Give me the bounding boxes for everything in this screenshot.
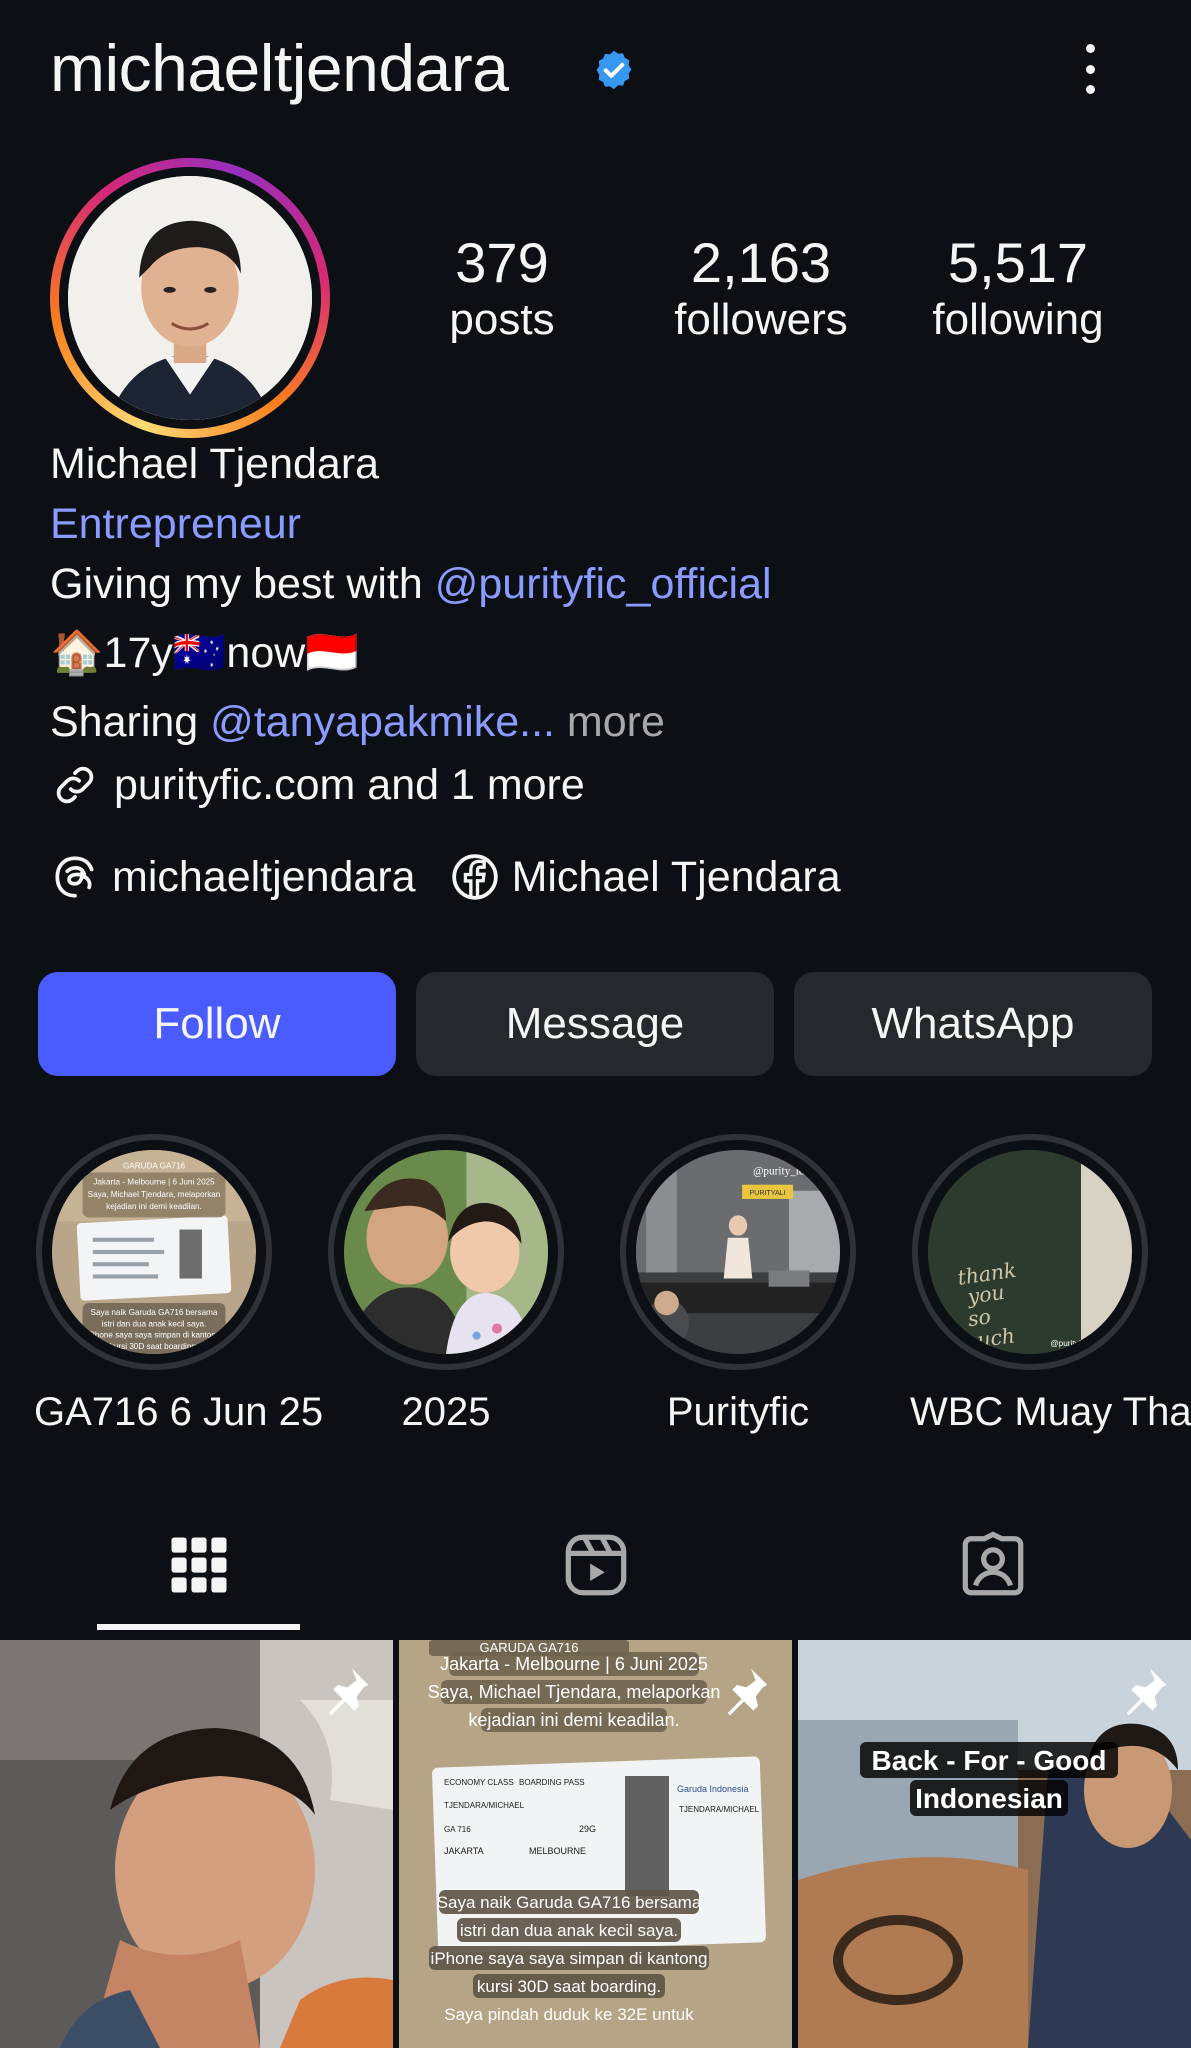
pinned-icon [328, 1668, 369, 1716]
tab-reels[interactable] [397, 1500, 794, 1630]
svg-text:kejadian ini demi keadilan.: kejadian ini demi keadilan. [468, 1710, 679, 1730]
following-stat[interactable]: 5,517 following [918, 232, 1118, 346]
facebook-icon [451, 854, 498, 900]
svg-text:ECONOMY CLASS: ECONOMY CLASS [444, 1778, 514, 1787]
grid-icon [171, 1537, 226, 1593]
svg-text:kejadian ini demi keadilan.: kejadian ini demi keadilan. [106, 1202, 202, 1211]
highlight-label: Purityfic [666, 1390, 810, 1434]
posts-count: 379 [455, 231, 549, 294]
facebook-link[interactable]: Michael Tjendara [450, 852, 841, 902]
svg-text:Saya naik Garuda GA716 bersama: Saya naik Garuda GA716 bersama [91, 1308, 218, 1317]
highlight-label: WBC Muay Thai [910, 1390, 1191, 1434]
svg-text:kursi 30D saat boarding.: kursi 30D saat boarding. [477, 1977, 661, 1996]
bio-text: Sharing [50, 698, 211, 746]
bio-text: Giving my best with [50, 560, 435, 608]
profile-username: michaeltjendara [50, 31, 509, 105]
highlight-item[interactable]: thank you so much @purityfic WBC Muay Th… [910, 1134, 1191, 1435]
svg-text:@purityfic: @purityfic [1050, 1339, 1086, 1348]
facebook-name: Michael Tjendara [511, 852, 841, 901]
bio-line-3: Sharing @tanyapakmike... more [50, 698, 665, 747]
follow-button[interactable]: Follow [38, 972, 396, 1076]
highlight-item[interactable]: 2025 [326, 1134, 566, 1435]
svg-text:TJENDARA/MICHAEL: TJENDARA/MICHAEL [679, 1805, 760, 1814]
message-button[interactable]: Message [416, 972, 774, 1076]
highlight-thumbnail [344, 1150, 548, 1354]
tagged-icon [962, 1531, 1023, 1596]
svg-text:Saya, Michael Tjendara, melapo: Saya, Michael Tjendara, melaporkan [88, 1190, 221, 1199]
svg-text:MELBOURNE: MELBOURNE [529, 1846, 586, 1856]
profile-avatar[interactable] [50, 158, 330, 438]
profile-full-name: Michael Tjendara [50, 440, 380, 488]
reels-icon [565, 1534, 626, 1596]
svg-text:iPhone saya saya simpan di kan: iPhone saya saya simpan di kantong [88, 1331, 221, 1340]
svg-text:@purity_id: @purity_id [753, 1165, 805, 1177]
website-text: purityfic.com and 1 more [114, 760, 585, 809]
mention-link[interactable]: @purityfic_official [435, 560, 772, 608]
svg-text:istri dan dua anak kecil saya.: istri dan dua anak kecil saya. [102, 1319, 207, 1328]
avatar-photo [68, 176, 312, 420]
post-thumbnail[interactable]: ECONOMY CLASS BOARDING PASS Garuda Indon… [399, 1640, 792, 2048]
tab-tagged[interactable] [794, 1500, 1191, 1630]
highlight-label: 2025 [401, 1390, 491, 1434]
threads-link[interactable]: michaeltjendara [50, 852, 416, 902]
active-tab-indicator [97, 1624, 300, 1630]
bio-more-link[interactable]: more [555, 698, 665, 746]
svg-text:kursi 30D saat boarding.: kursi 30D saat boarding. [110, 1342, 198, 1351]
profile-category[interactable]: Entrepreneur [50, 500, 301, 549]
highlight-thumbnail: thank you so much @purityfic [928, 1150, 1132, 1354]
svg-text:PURITYALI: PURITYALI [749, 1189, 785, 1197]
threads-icon [55, 856, 94, 898]
followers-count: 2,163 [690, 231, 832, 294]
svg-text:GARUDA GA716: GARUDA GA716 [123, 1161, 186, 1170]
highlight-item[interactable]: PURITYALI @purity_id Purityfic [618, 1134, 858, 1435]
post-thumbnail[interactable] [0, 1640, 393, 2048]
svg-text:29G: 29G [579, 1824, 596, 1834]
verified-badge-icon [596, 50, 632, 90]
whatsapp-button[interactable]: WhatsApp [794, 972, 1152, 1076]
highlight-thumbnail: PURITYALI @purity_id [636, 1150, 840, 1354]
threads-handle: michaeltjendara [112, 852, 416, 901]
svg-text:istri dan dua anak kecil saya.: istri dan dua anak kecil saya. [460, 1921, 678, 1940]
mention-link[interactable]: @tanyapakmike [210, 698, 519, 746]
svg-text:TJENDARA/MICHAEL: TJENDARA/MICHAEL [444, 1801, 525, 1810]
followers-label: followers [674, 294, 848, 344]
svg-text:Back - For - Good: Back - For - Good [872, 1745, 1107, 1776]
bio-line-1: Giving my best with @purityfic_official [50, 560, 772, 609]
tab-posts-grid[interactable] [0, 1500, 397, 1630]
svg-text:Saya, Michael Tjendara, melapo: Saya, Michael Tjendara, melaporkan [428, 1682, 721, 1702]
posts-label: posts [449, 294, 555, 344]
pinned-icon [1126, 1668, 1167, 1716]
following-label: following [932, 294, 1104, 344]
svg-text:Indonesian: Indonesian [915, 1783, 1063, 1814]
bio-ellipsis: ... [519, 698, 555, 746]
highlight-item[interactable]: GARUDA GA716 Jakarta - Melbourne | 6 Jun… [34, 1134, 324, 1435]
pinned-icon [727, 1668, 768, 1716]
highlight-label: GA716 6 Jun 25 [34, 1390, 324, 1434]
highlight-thumbnail: GARUDA GA716 Jakarta - Melbourne | 6 Jun… [52, 1150, 256, 1354]
posts-stat[interactable]: 379 posts [402, 232, 602, 346]
following-count: 5,517 [947, 231, 1089, 294]
svg-text:BOARDING PASS: BOARDING PASS [519, 1778, 585, 1787]
social-links: michaeltjendara Michael Tjendara [50, 852, 841, 902]
svg-text:Saya pindah duduk ke 32E untuk: Saya pindah duduk ke 32E untuk [444, 2005, 694, 2024]
svg-text:Jakarta - Melbourne | 6 Juni 2: Jakarta - Melbourne | 6 Juni 2025 [440, 1654, 708, 1674]
more-options-icon[interactable] [1068, 40, 1112, 98]
website-link[interactable]: purityfic.com and 1 more [50, 760, 585, 810]
svg-text:GA 716: GA 716 [444, 1825, 471, 1834]
svg-text:Garuda Indonesia: Garuda Indonesia [677, 1784, 749, 1794]
link-icon [56, 766, 94, 804]
followers-stat[interactable]: 2,163 followers [661, 232, 861, 346]
svg-text:Saya naik Garuda GA716 bersama: Saya naik Garuda GA716 bersama [437, 1893, 702, 1912]
svg-text:JAKARTA: JAKARTA [444, 1846, 484, 1856]
svg-text:Jakarta - Melbourne | 6 Juni 2: Jakarta - Melbourne | 6 Juni 2025 [93, 1178, 215, 1187]
bio-line-2: 🏠17y🇦🇺now🇮🇩 [50, 629, 359, 677]
post-thumbnail[interactable]: Back - For - Good Indonesian [798, 1640, 1191, 2048]
svg-text:iPhone saya saya simpan di kan: iPhone saya saya simpan di kantong [431, 1949, 708, 1968]
